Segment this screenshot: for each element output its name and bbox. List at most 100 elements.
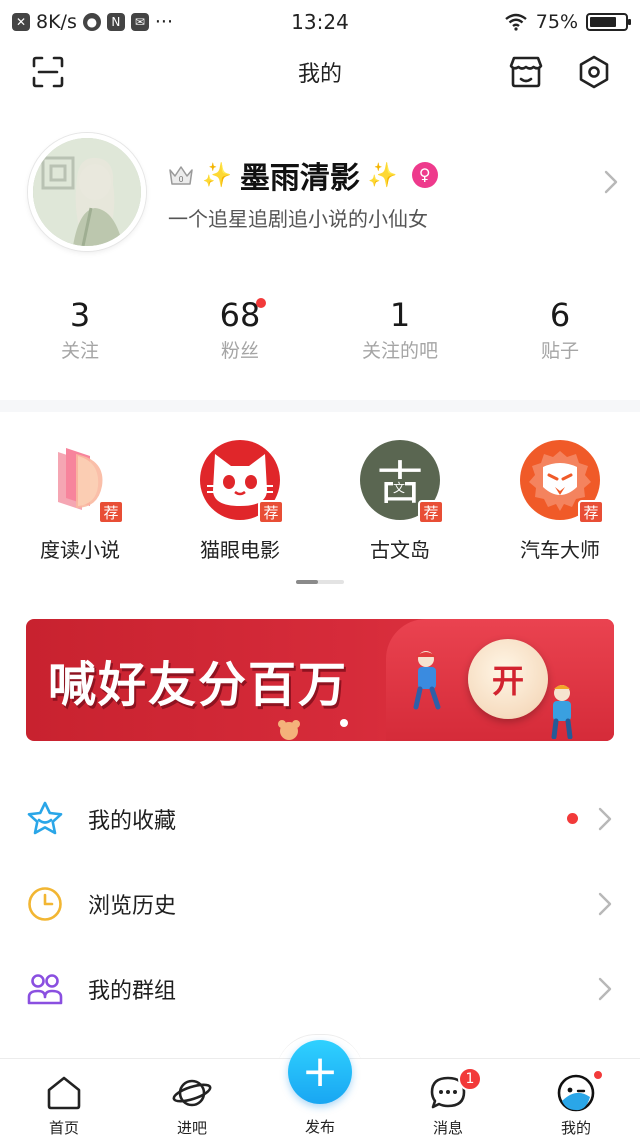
menu-item-favorites[interactable]: 我的收藏 [0, 776, 640, 861]
open-envelope-button[interactable]: 开 [468, 639, 548, 719]
promo-banner[interactable]: 喊好友分百万 开 [26, 619, 614, 741]
stat-value: 6 [549, 296, 571, 334]
stat-fans[interactable]: 68 粉丝 [160, 296, 320, 366]
menu-item-groups[interactable]: 我的群组 [0, 946, 640, 1031]
app-maoyan[interactable]: 荐 猫眼电影 [160, 440, 320, 570]
nfc-icon: N [106, 13, 125, 31]
planet-icon: ● [82, 13, 101, 31]
stat-value: 68 [219, 296, 261, 334]
profile-face-icon [556, 1073, 596, 1113]
new-fans-dot [256, 298, 266, 308]
battery-level [590, 17, 616, 27]
sparkle-left-icon: ✨ [202, 160, 232, 189]
menu-list: 我的收藏 浏览历史 我的群组 [0, 776, 640, 1031]
group-icon [26, 970, 64, 1008]
mail-icon: ✉ [130, 13, 149, 31]
nav-messages[interactable]: 消息 1 [384, 1059, 512, 1138]
pager-indicator [296, 580, 318, 584]
stat-label: 粉丝 [220, 340, 259, 362]
figure-right-icon [551, 685, 573, 739]
chevron-right-icon [598, 892, 612, 916]
apps-pager [296, 580, 344, 584]
sparkle-right-icon: ✨ [367, 160, 398, 189]
app-duread[interactable]: 荐 度读小说 [0, 440, 160, 570]
nav-enter[interactable]: 进吧 [128, 1059, 256, 1138]
level-number: 0 [178, 175, 183, 184]
shop-icon [509, 56, 543, 88]
section-divider [0, 400, 640, 412]
app-label: 古文岛 [370, 538, 430, 562]
profile-card[interactable]: 0 ✨ 墨雨清影 ✨ ♀ 一个追星追剧追小说的小仙女 [28, 132, 618, 252]
stats-row: 3 关注 68 粉丝 1 关注的吧 6 贴子 [0, 296, 640, 366]
app-qichedashi[interactable]: 荐 汽车大师 [480, 440, 640, 570]
app-icon-wrap: 荐 [520, 440, 604, 524]
avatar-image [33, 138, 141, 246]
avatar[interactable] [28, 133, 146, 251]
stat-label: 关注的吧 [361, 340, 438, 362]
guwendao-glyph-small: 文 [393, 479, 406, 496]
mine-notification-dot [592, 1069, 604, 1081]
battery-icon [586, 13, 631, 31]
stat-posts[interactable]: 6 贴子 [480, 296, 640, 366]
network-speed: 8K/s [36, 11, 77, 33]
nav-home[interactable]: 首页 [0, 1059, 128, 1138]
stat-following[interactable]: 3 关注 [0, 296, 160, 366]
star-icon [26, 800, 64, 838]
planet-icon [172, 1073, 212, 1113]
app-icon-wrap: 古 文 荐 [360, 440, 444, 524]
stat-label: 关注 [60, 340, 99, 362]
menu-label: 我的群组 [88, 978, 177, 1004]
menu-label: 浏览历史 [88, 893, 177, 919]
profile-info: 0 ✨ 墨雨清影 ✨ ♀ 一个追星追剧追小说的小仙女 [168, 153, 618, 232]
user-bio: 一个追星追剧追小说的小仙女 [168, 206, 428, 231]
chevron-right-icon [598, 807, 612, 831]
app-icon-wrap: 荐 [40, 440, 124, 524]
wifi-icon [505, 13, 527, 31]
scan-icon [32, 56, 64, 88]
scan-button[interactable] [28, 52, 68, 92]
stat-value: 1 [389, 296, 411, 334]
female-icon: ♀ [411, 161, 438, 188]
page-title: 我的 [297, 62, 342, 87]
stat-followed-bars[interactable]: 1 关注的吧 [320, 296, 480, 366]
settings-button[interactable] [574, 52, 614, 92]
clock-icon [26, 885, 64, 923]
nav-label: 首页 [48, 1119, 79, 1137]
chevron-right-icon [598, 977, 612, 1001]
header: 我的 [0, 44, 640, 100]
recommend-badge: 荐 [418, 500, 444, 524]
publish-label: 发布 [304, 1118, 335, 1136]
recommend-badge: 荐 [258, 500, 284, 524]
chevron-right-icon [604, 170, 618, 194]
recommend-badge: 荐 [98, 500, 124, 524]
username: 墨雨清影 [239, 160, 360, 196]
home-icon [44, 1073, 84, 1113]
status-right: 75% [504, 11, 631, 33]
stat-value: 3 [69, 296, 91, 334]
nav-mine[interactable]: 我的 [512, 1059, 640, 1138]
settings-icon [579, 55, 609, 89]
more-dots-icon: ··· [154, 11, 173, 33]
figure-left-icon [413, 651, 441, 710]
shop-button[interactable] [506, 52, 546, 92]
level-crown-icon: 0 [168, 164, 194, 186]
publish-button[interactable]: + [288, 1040, 352, 1104]
banner-page-dot [340, 719, 348, 727]
nav-label: 消息 [432, 1119, 463, 1137]
stat-label: 贴子 [540, 340, 579, 362]
battery-percent: 75% [535, 11, 578, 33]
new-favorites-dot [567, 813, 578, 824]
app-guwendao[interactable]: 古 文 荐 古文岛 [320, 440, 480, 570]
app-label: 汽车大师 [520, 538, 600, 562]
menu-item-history[interactable]: 浏览历史 [0, 861, 640, 946]
app-label: 度读小说 [40, 538, 120, 562]
status-bar: ✕ 8K/s ● N ✉ ··· 13:24 75% [0, 0, 640, 44]
banner-text: 喊好友分百万 [48, 657, 349, 713]
my-page: ✕ 8K/s ● N ✉ ··· 13:24 75% 我的 0 ✨ 墨雨清影 ✨… [0, 0, 640, 1138]
figure-bottom-icon [278, 720, 300, 740]
nav-label: 进吧 [176, 1119, 207, 1137]
app-label: 猫眼电影 [200, 538, 280, 562]
status-left: ✕ 8K/s ● N ✉ ··· [12, 11, 173, 33]
name-row: 0 ✨ 墨雨清影 ✨ ♀ [168, 153, 618, 197]
nav-label: 我的 [560, 1119, 591, 1137]
